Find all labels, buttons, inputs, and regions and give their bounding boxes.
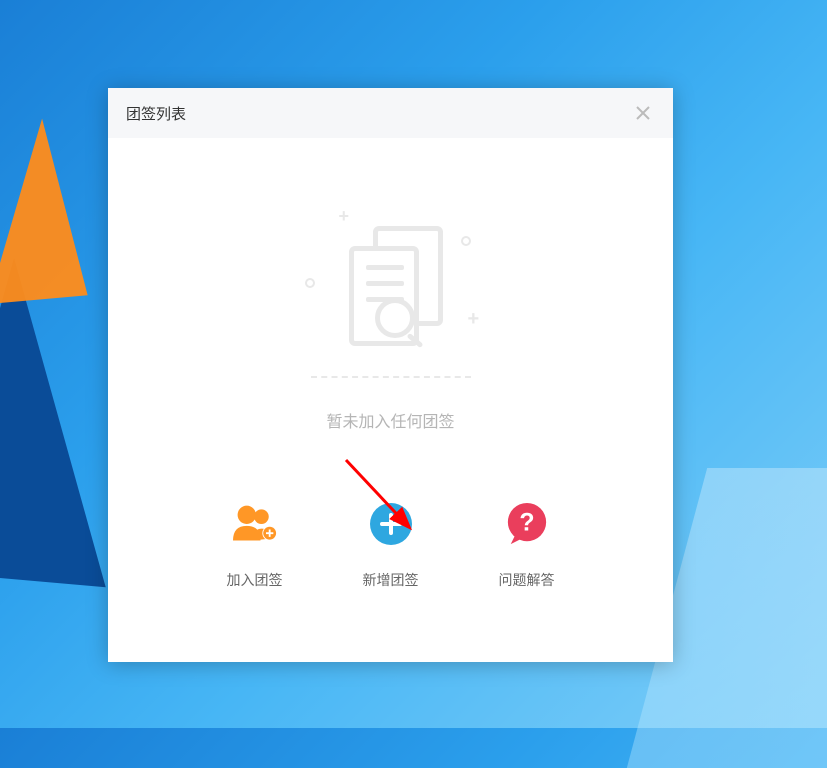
close-button[interactable] — [631, 101, 655, 125]
help-icon: ? — [505, 502, 549, 546]
join-group-button[interactable]: 加入团签 — [227, 502, 283, 590]
close-icon — [636, 106, 650, 120]
desktop-background-shape — [0, 116, 88, 304]
join-group-icon — [233, 502, 277, 546]
add-group-icon — [369, 502, 413, 546]
modal-title: 团签列表 — [126, 103, 186, 124]
modal-body: + + 暂未加入任何团签 — [108, 138, 673, 590]
help-label: 问题解答 — [499, 570, 555, 590]
empty-state-illustration: + + — [301, 218, 481, 378]
action-row: 加入团签 新增团签 ? 问题解答 — [227, 502, 555, 590]
help-button[interactable]: ? 问题解答 — [499, 502, 555, 590]
empty-state-text: 暂未加入任何团签 — [326, 408, 454, 432]
add-group-label: 新增团签 — [363, 570, 419, 590]
join-group-label: 加入团签 — [227, 570, 283, 590]
add-group-button[interactable]: 新增团签 — [363, 502, 419, 590]
svg-text:?: ? — [519, 509, 534, 537]
modal-header: 团签列表 — [108, 88, 673, 138]
group-sign-modal: 团签列表 + + 暂未加入任何团签 — [108, 88, 673, 662]
